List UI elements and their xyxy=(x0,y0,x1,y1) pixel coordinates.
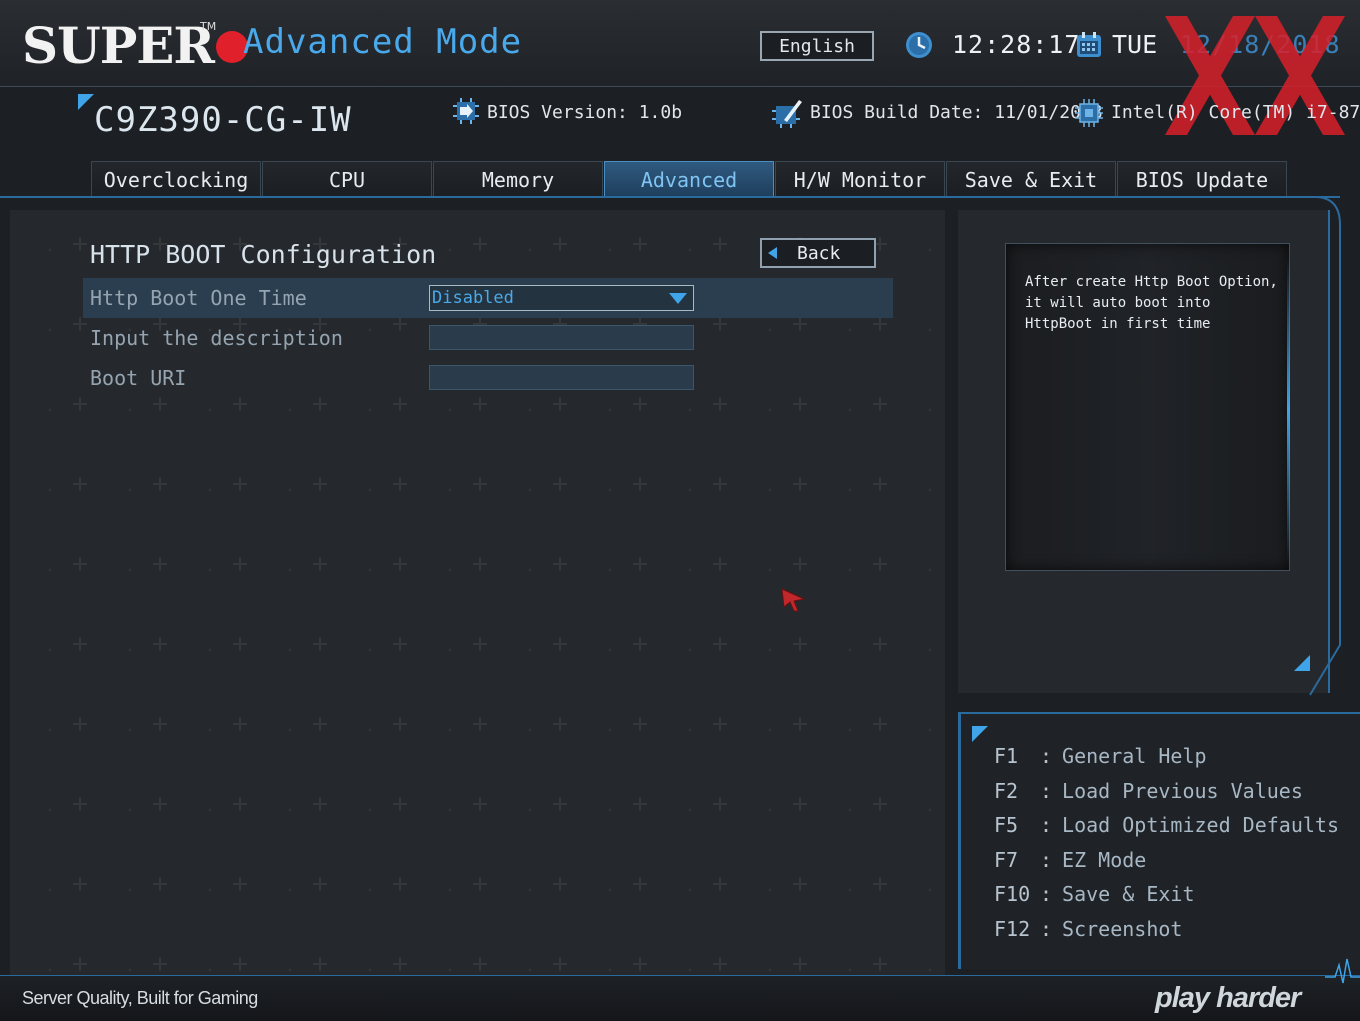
tab-hw-monitor[interactable]: H/W Monitor xyxy=(775,161,945,196)
boot-uri-input[interactable] xyxy=(429,365,694,390)
tab-memory[interactable]: Memory xyxy=(433,161,603,196)
hotkey-f5[interactable]: F5: Load Optimized Defaults xyxy=(994,813,1339,837)
bios-chip-arrow-icon xyxy=(453,98,479,124)
setting-label: Boot URI xyxy=(90,366,187,390)
select-value: Disabled xyxy=(432,288,514,308)
hotkey-key: F10 xyxy=(994,882,1031,906)
hotkey-f12[interactable]: F12: Screenshot xyxy=(994,917,1182,941)
tab-advanced[interactable]: Advanced xyxy=(604,161,774,196)
footer-tagline: Server Quality, Built for Gaming xyxy=(22,988,258,1008)
tab-overclocking[interactable]: Overclocking xyxy=(91,161,261,196)
tab-bios-update[interactable]: BIOS Update xyxy=(1117,161,1287,196)
hotkey-key: F7 xyxy=(994,848,1019,872)
language-button[interactable]: English xyxy=(760,31,874,61)
corner-accent-icon xyxy=(78,94,94,110)
hotkey-description: EZ Mode xyxy=(1062,848,1147,872)
back-button-label: Back xyxy=(797,242,841,264)
hotkey-separator: : xyxy=(1040,813,1053,837)
hotkey-separator: : xyxy=(1040,779,1053,803)
tab-save-exit[interactable]: Save & Exit xyxy=(946,161,1116,196)
bios-build-wrench-icon xyxy=(772,100,802,128)
calendar-icon xyxy=(1077,32,1101,57)
hotkey-description: Screenshot xyxy=(1062,917,1183,941)
hotkey-description: Save & Exit xyxy=(1062,882,1195,906)
logo-text: SUPER xyxy=(22,16,215,75)
cpu-model: Intel(R) Core(TM) i7-8700K xyxy=(1111,102,1360,123)
bios-build-date: BIOS Build Date: 11/01/2018 xyxy=(810,102,1103,123)
footer-slogan: play harder xyxy=(1155,982,1301,1014)
mouse-cursor-icon xyxy=(781,588,806,612)
setting-row-http-boot-one-time[interactable]: Http Boot One Time Disabled xyxy=(83,278,893,318)
bios-version: BIOS Version: 1.0b xyxy=(487,102,683,123)
setting-label: Input the description xyxy=(90,326,343,350)
hotkey-description: Load Previous Values xyxy=(1062,779,1303,803)
hotkey-f10[interactable]: F10: Save & Exit xyxy=(994,882,1195,906)
clock-icon xyxy=(906,32,932,58)
logo-trademark: TM xyxy=(200,20,217,33)
hotkey-description: Load Optimized Defaults xyxy=(1062,813,1339,837)
hotkey-key: F5 xyxy=(994,813,1019,837)
board-model: C9Z390-CG-IW xyxy=(94,100,352,140)
tab-underline xyxy=(0,196,1340,198)
back-arrow-icon xyxy=(768,247,777,259)
hotkey-f1[interactable]: F1: General Help xyxy=(994,744,1207,768)
heartbeat-icon xyxy=(1325,958,1360,984)
weekday: TUE xyxy=(1112,30,1158,59)
hotkey-separator: : xyxy=(1040,882,1053,906)
tab-cpu[interactable]: CPU xyxy=(262,161,432,196)
clock-time: 12:28:17 xyxy=(952,30,1081,59)
help-description: After create Http Boot Option, it will a… xyxy=(1025,274,1278,332)
hotkey-separator: : xyxy=(1040,744,1053,768)
setting-row-boot-uri[interactable]: Boot URI xyxy=(83,358,893,398)
hotkey-key: F12 xyxy=(994,917,1031,941)
http-boot-one-time-select[interactable]: Disabled xyxy=(429,285,694,311)
setting-row-description[interactable]: Input the description xyxy=(83,318,893,358)
back-button[interactable]: Back xyxy=(760,238,876,268)
hotkey-f7[interactable]: F7: EZ Mode xyxy=(994,848,1146,872)
corner-accent-icon xyxy=(972,726,988,742)
hotkey-key: F2 xyxy=(994,779,1019,803)
main-tabs: Overclocking CPU Memory Advanced H/W Mon… xyxy=(91,161,1288,197)
hotkey-f2[interactable]: F2: Load Previous Values xyxy=(994,779,1303,803)
description-input[interactable] xyxy=(429,325,694,350)
hotkey-description: General Help xyxy=(1062,744,1207,768)
section-title: HTTP BOOT Configuration xyxy=(90,240,437,269)
dropdown-arrow-icon[interactable] xyxy=(669,293,687,304)
cpu-chip-icon xyxy=(1075,99,1103,127)
panel-outline-accent xyxy=(1290,196,1341,696)
hotkey-separator: : xyxy=(1040,848,1053,872)
mode-title: Advanced Mode xyxy=(243,22,523,62)
setting-label: Http Boot One Time xyxy=(90,286,307,310)
hotkey-separator: : xyxy=(1040,917,1053,941)
hotkey-key: F1 xyxy=(994,744,1019,768)
